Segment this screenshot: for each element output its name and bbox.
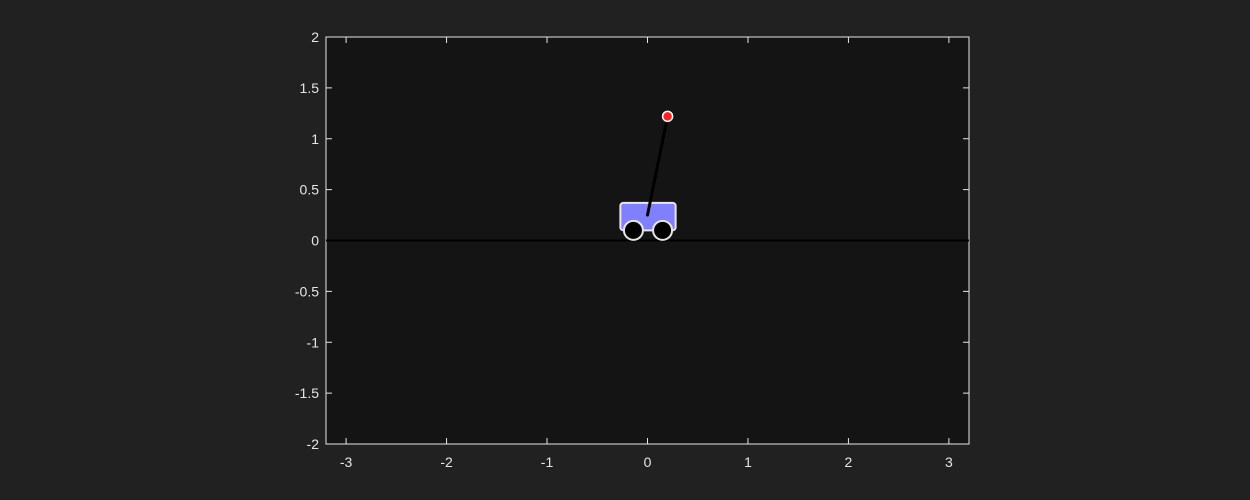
- x-tick-label: 2: [845, 454, 853, 470]
- cartpole-figure: -3 -2 -1 0 1 2 3 2 1.5 1 0.5 0 -0.5 -1 -1.5 -2: [0, 0, 1250, 500]
- cart-wheel: [652, 219, 674, 241]
- y-tick-label: -2: [307, 436, 320, 452]
- x-tick-label: -3: [340, 454, 353, 470]
- cart-wheel: [622, 219, 644, 241]
- x-tick-label: 1: [744, 454, 752, 470]
- x-tick-label: 3: [945, 454, 953, 470]
- x-tick-label: -1: [541, 454, 554, 470]
- y-tick-label: 1.5: [300, 80, 320, 96]
- pole-tip-marker: [661, 110, 674, 123]
- y-tick-label: 1: [311, 131, 319, 147]
- y-tick-label: -1.5: [295, 385, 319, 401]
- y-tick-label: -1: [307, 334, 320, 350]
- x-tick-label: 0: [644, 454, 652, 470]
- y-tick-label: 0.5: [300, 182, 320, 198]
- y-tick-label: 0: [311, 233, 319, 249]
- x-tick-label: -2: [440, 454, 453, 470]
- y-tick-label: 2: [311, 29, 319, 45]
- y-tick-label: -0.5: [295, 283, 319, 299]
